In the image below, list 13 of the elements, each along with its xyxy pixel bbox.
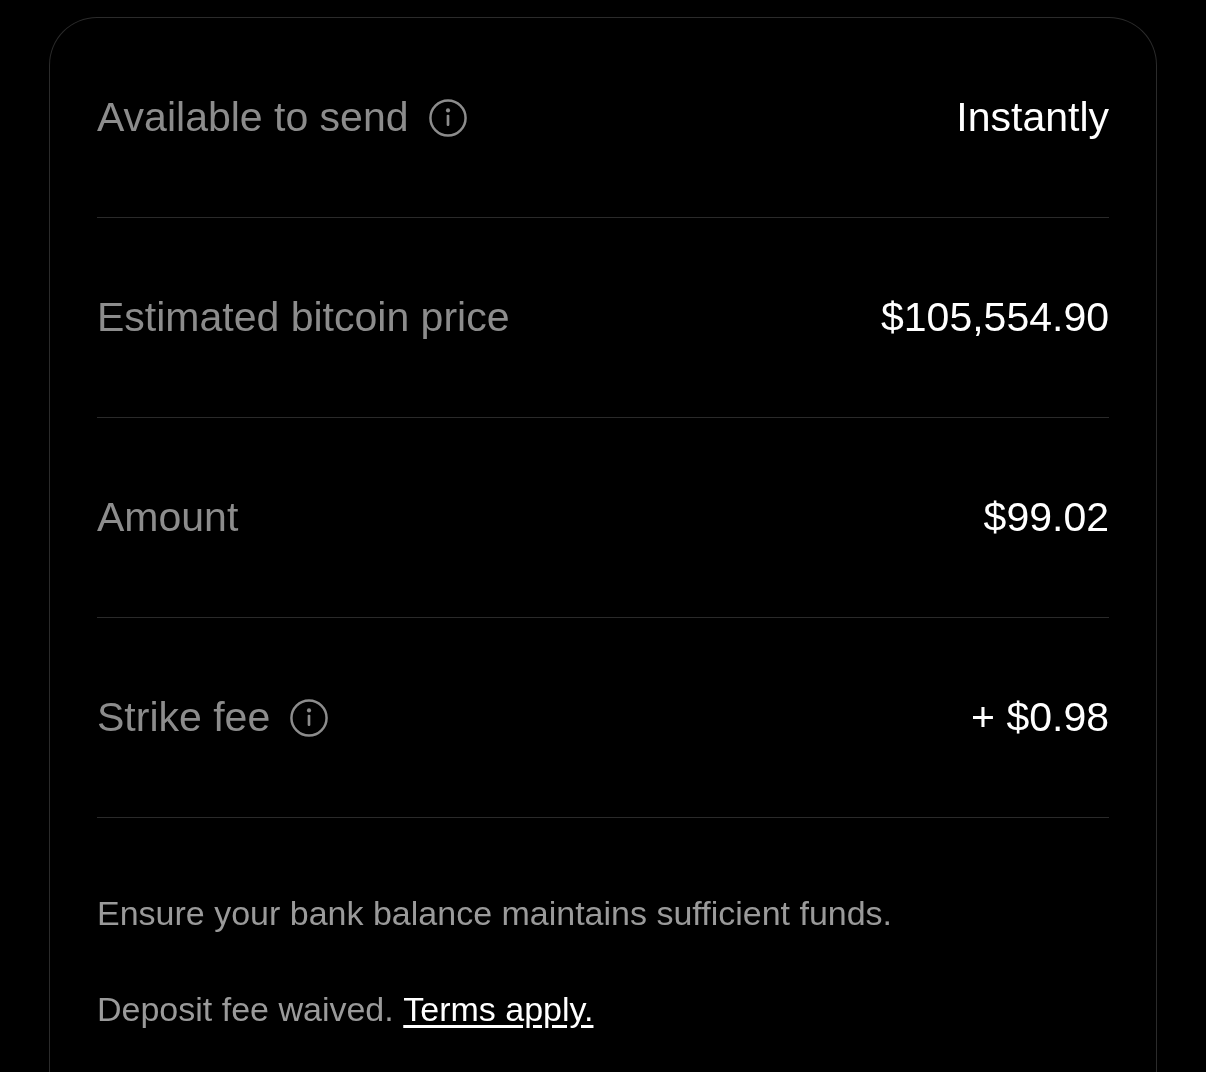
note-text: Deposit fee waived. xyxy=(97,989,394,1030)
info-icon[interactable] xyxy=(290,698,329,737)
row-value: Instantly xyxy=(956,92,1109,142)
row-label: Amount xyxy=(97,492,239,542)
row-value: $105,554.90 xyxy=(881,292,1109,342)
note-text: Ensure your bank balance maintains sufficient funds. xyxy=(97,893,893,934)
info-icon[interactable] xyxy=(428,98,467,137)
row-value: $99.02 xyxy=(983,492,1109,542)
terms-link[interactable]: Terms apply. xyxy=(403,984,594,1034)
row-label: Estimated bitcoin price xyxy=(97,292,510,342)
row-value: + $0.98 xyxy=(971,692,1109,742)
row-label: Available to send xyxy=(97,92,409,142)
row-label: Strike fee xyxy=(97,692,271,742)
